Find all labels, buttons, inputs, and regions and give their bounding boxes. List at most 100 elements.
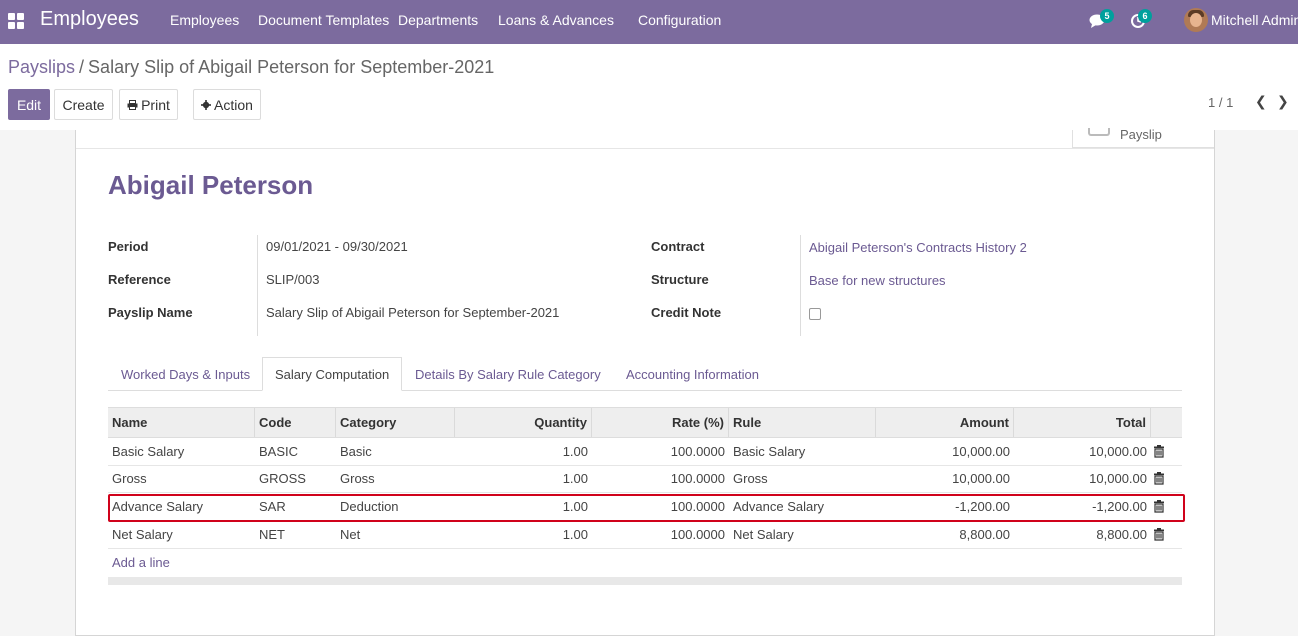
action-button[interactable]: Action — [193, 89, 261, 120]
menu-employees[interactable]: Employees — [170, 12, 239, 28]
period-value: 09/01/2021 - 09/30/2021 — [266, 239, 408, 254]
sheet-divider — [76, 148, 1214, 149]
trash-icon[interactable] — [1153, 528, 1165, 541]
table-row[interactable]: Advance Salary SAR Deduction 1.00 100.0000 Ad… — [108, 493, 1182, 521]
cell-name: Basic Salary — [112, 444, 185, 459]
structure-link[interactable]: Base for new structures — [809, 273, 946, 288]
pager-next-icon[interactable]: ❯ — [1277, 93, 1289, 110]
menu-document-templates[interactable]: Document Templates — [258, 12, 389, 28]
cell-quantity: 1.00 — [562, 499, 588, 514]
contract-link[interactable]: Abigail Peterson's Contracts History 2 — [809, 240, 1027, 255]
contract-label: Contract — [651, 239, 705, 254]
credit-note-label: Credit Note — [651, 305, 722, 320]
trash-icon[interactable] — [1153, 500, 1165, 513]
col-amount-header[interactable]: Amount — [876, 408, 1014, 437]
cell-amount: 10,000.00 — [952, 444, 1010, 459]
tab-accounting-information[interactable]: Accounting Information — [614, 357, 771, 391]
cell-amount: 10,000.00 — [952, 471, 1010, 486]
cell-rule: Advance Salary — [733, 499, 825, 514]
cell-total: 10,000.00 — [1089, 471, 1147, 486]
cell-rule: Gross — [733, 471, 768, 486]
chat-count-badge: 5 — [1100, 9, 1114, 23]
reference-label: Reference — [108, 272, 171, 287]
edit-button[interactable]: Edit — [8, 89, 50, 120]
payslip-name-label: Payslip Name — [108, 305, 193, 320]
menu-departments[interactable]: Departments — [398, 12, 478, 28]
trash-icon[interactable] — [1153, 445, 1165, 458]
cell-code: NET — [259, 527, 285, 542]
user-name[interactable]: Mitchell Admin — [1211, 12, 1298, 28]
avatar[interactable] — [1184, 8, 1208, 32]
right-field-separator — [800, 235, 801, 336]
period-label: Period — [108, 239, 149, 254]
cell-rule: Basic Salary — [733, 444, 806, 459]
cell-name: Gross — [112, 471, 147, 486]
cell-rate: 100.0000 — [670, 444, 725, 459]
cell-category: Net — [340, 527, 361, 542]
print-label: Print — [141, 96, 170, 113]
cell-rate: 100.0000 — [670, 471, 725, 486]
pager-previous-icon[interactable]: ❮ — [1255, 93, 1267, 110]
payslip-name-value: Salary Slip of Abigail Peterson for Sept… — [266, 305, 560, 320]
cell-amount: -1,200.00 — [955, 499, 1010, 514]
tab-salary-computation[interactable]: Salary Computation — [262, 357, 403, 391]
col-rate-header[interactable]: Rate (%) — [592, 408, 729, 437]
credit-note-checkbox[interactable] — [809, 308, 821, 320]
cell-code: BASIC — [259, 444, 299, 459]
pager-value[interactable]: 1 / 1 — [1208, 95, 1233, 110]
top-navbar: Employees Employees Document Templates D… — [0, 0, 1298, 44]
left-field-separator — [257, 235, 258, 336]
cell-rate: 100.0000 — [670, 499, 725, 514]
col-rule-header[interactable]: Rule — [729, 408, 876, 437]
cell-code: SAR — [259, 499, 286, 514]
cell-quantity: 1.00 — [562, 471, 588, 486]
col-name-header[interactable]: Name — [108, 408, 255, 437]
cell-category: Gross — [340, 471, 375, 486]
col-total-header[interactable]: Total — [1014, 408, 1151, 437]
col-code-header[interactable]: Code — [255, 408, 336, 437]
col-category-header[interactable]: Category — [336, 408, 455, 437]
payslip-icon — [1088, 128, 1110, 136]
table-row[interactable]: Basic Salary BASIC Basic 1.00 100.0000 Basic … — [108, 438, 1182, 466]
trash-icon[interactable] — [1153, 472, 1165, 485]
cell-rule: Net Salary — [733, 527, 794, 542]
cell-category: Basic — [340, 444, 372, 459]
table-footer — [108, 577, 1182, 585]
table-header: Name Code Category Quantity Rate (%) Rul… — [108, 407, 1182, 438]
breadcrumb-current: Salary Slip of Abigail Peterson for Sept… — [88, 57, 495, 77]
cell-name: Net Salary — [112, 527, 173, 542]
tab-worked-days-inputs[interactable]: Worked Days & Inputs — [109, 357, 262, 391]
create-button[interactable]: Create — [54, 89, 113, 120]
reference-value: SLIP/003 — [266, 272, 320, 287]
action-label: Action — [214, 96, 253, 113]
menu-loans-advances[interactable]: Loans & Advances — [498, 12, 614, 28]
cell-quantity: 1.00 — [562, 444, 588, 459]
cell-total: 10,000.00 — [1089, 444, 1147, 459]
employee-name: Abigail Peterson — [108, 170, 314, 200]
structure-label: Structure — [651, 272, 709, 287]
table-row[interactable]: Net Salary NET Net 1.00 100.0000 Net Salary 8,… — [108, 521, 1182, 549]
cell-rate: 100.0000 — [670, 527, 725, 542]
table-row[interactable]: Gross GROSS Gross 1.00 100.0000 Gross 10,000.0… — [108, 465, 1182, 493]
cell-total: -1,200.00 — [1092, 499, 1147, 514]
cell-quantity: 1.00 — [562, 527, 588, 542]
app-brand[interactable]: Employees — [40, 8, 139, 31]
apps-menu-icon[interactable] — [8, 13, 24, 29]
breadcrumb-separator: / — [79, 57, 85, 77]
cell-amount: 8,800.00 — [959, 527, 1010, 542]
cell-name: Advance Salary — [112, 499, 204, 514]
print-button[interactable]: Print — [119, 89, 178, 120]
menu-configuration[interactable]: Configuration — [638, 12, 721, 28]
printer-icon — [127, 99, 138, 110]
breadcrumb-payslips[interactable]: Payslips — [8, 57, 75, 77]
payslip-smart-button-label[interactable]: Payslip — [1120, 127, 1162, 142]
activity-count-badge: 6 — [1138, 9, 1152, 23]
col-quantity-header[interactable]: Quantity — [455, 408, 592, 437]
cell-total: 8,800.00 — [1096, 527, 1147, 542]
cell-category: Deduction — [340, 499, 399, 514]
cell-code: GROSS — [259, 471, 306, 486]
tab-details-by-salary-rule-category[interactable]: Details By Salary Rule Category — [403, 357, 613, 391]
add-a-line-link[interactable]: Add a line — [112, 555, 170, 570]
gear-icon — [201, 99, 212, 110]
breadcrumb: Payslips / Salary Slip of Abigail Peterson… — [8, 57, 494, 78]
